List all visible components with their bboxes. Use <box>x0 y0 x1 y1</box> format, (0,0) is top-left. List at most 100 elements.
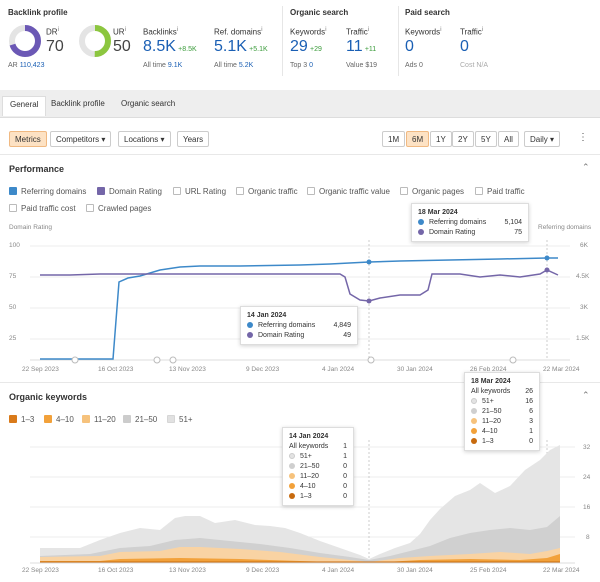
range-all-button[interactable]: All <box>498 131 519 147</box>
x-tick: 22 Mar 2024 <box>543 366 580 373</box>
ur-value: 50 <box>113 38 131 55</box>
tab-general[interactable]: General <box>2 96 47 116</box>
range-5y-button[interactable]: 5Y <box>475 131 497 147</box>
checkbox-icon <box>86 204 94 212</box>
chevron-down-icon: ▾ <box>550 135 555 144</box>
check-organic-pages[interactable]: Organic pages <box>400 187 464 196</box>
ref-domains-value-row: 5.1K +5.1K <box>214 38 268 56</box>
collapse-icon[interactable]: ⌃ <box>582 162 590 173</box>
dr-value: 70 <box>46 38 64 55</box>
years-button[interactable]: Years <box>177 131 210 147</box>
x-tick: 30 Jan 2024 <box>397 567 433 574</box>
chevron-down-icon: ▾ <box>101 135 106 144</box>
cost-row: Cost N/A <box>460 62 489 69</box>
paid-search-title: Paid search <box>405 8 450 17</box>
backlinks-label: Backlinksi <box>143 26 179 37</box>
report-tabs: General Backlink profile Organic search <box>0 90 600 118</box>
performance-chart <box>30 240 570 364</box>
x-tick: 9 Dec 2023 <box>246 567 280 574</box>
range-1y-button[interactable]: 1Y <box>430 131 452 147</box>
metrics-header: Backlink profile DRi 70 AR 110,423 URi 5… <box>0 0 600 88</box>
legend-51-plus[interactable]: 51+ <box>167 415 193 424</box>
ads-row: Ads 0 <box>405 62 423 69</box>
paid-traffic-value[interactable]: 0 <box>460 38 469 56</box>
ar-row: AR 110,423 <box>8 62 45 69</box>
dr-point-mar <box>544 267 550 273</box>
tooltip-mar-2024: 18 Mar 2024 Referring domains 5,104 Domai… <box>411 203 529 242</box>
checkbox-checked-icon <box>9 187 17 195</box>
keywords-tooltip-mar-2024: 18 Mar 2024 All keywords 26 51+ 16 21–50 6 … <box>464 372 540 451</box>
checkbox-checked-icon <box>167 415 175 423</box>
locations-dropdown[interactable]: Locations ▾ <box>118 131 171 147</box>
ref-domains-value[interactable]: 5.1K <box>214 38 247 55</box>
paid-keywords-value[interactable]: 0 <box>405 38 414 56</box>
checkbox-icon <box>307 187 315 195</box>
ref-domains-delta: +5.1K <box>249 46 268 53</box>
x-tick: 4 Jan 2024 <box>322 567 355 574</box>
checkbox-checked-icon <box>44 415 52 423</box>
divider <box>398 6 399 76</box>
backlinks-delta: +8.5K <box>178 46 197 53</box>
ar-value[interactable]: 110,423 <box>20 62 45 69</box>
x-tick: 4 Jan 2024 <box>322 366 355 373</box>
check-paid-traffic[interactable]: Paid traffic <box>475 187 525 196</box>
metrics-button[interactable]: Metrics <box>9 131 47 147</box>
check-referring-domains[interactable]: Referring domains <box>9 187 86 196</box>
collapse-icon[interactable]: ⌃ <box>582 390 590 401</box>
checkbox-icon <box>9 204 17 212</box>
paid-traffic-label: Traffici <box>460 26 484 37</box>
check-paid-traffic-cost[interactable]: Paid traffic cost <box>9 204 76 213</box>
organic-keywords-label: Keywordsi <box>290 26 327 37</box>
legend-11-20[interactable]: 11–20 <box>82 415 116 424</box>
checkbox-icon <box>173 187 181 195</box>
traffic-value-row: Value $19 <box>346 62 378 69</box>
organic-keywords-row: 29 +29 <box>290 38 322 55</box>
backlink-profile-title: Backlink profile <box>8 8 68 17</box>
organic-keywords-title: Organic keywords <box>9 392 88 402</box>
performance-title: Performance <box>9 164 65 174</box>
checkbox-checked-icon <box>9 415 17 423</box>
range-1m-button[interactable]: 1M <box>382 131 406 147</box>
x-tick: 13 Nov 2023 <box>169 366 206 373</box>
check-domain-rating[interactable]: Domain Rating <box>97 187 162 196</box>
legend-21-50[interactable]: 21–50 <box>123 415 157 424</box>
legend-4-10[interactable]: 4–10 <box>44 415 74 424</box>
checkbox-icon <box>475 187 483 195</box>
legend-1-3[interactable]: 1–3 <box>9 415 34 424</box>
check-crawled-pages[interactable]: Crawled pages <box>86 204 151 213</box>
top3-row: Top 3 0 <box>290 62 313 69</box>
divider <box>0 154 600 155</box>
tab-organic-search[interactable]: Organic search <box>114 96 182 116</box>
organic-traffic-label: Traffici <box>346 26 370 37</box>
tab-backlink-profile[interactable]: Backlink profile <box>44 96 112 116</box>
organic-search-title: Organic search <box>290 8 349 17</box>
x-tick: 16 Oct 2023 <box>98 567 134 574</box>
keywords-tooltip-jan-2024: 14 Jan 2024 All keywords 1 51+ 1 21–50 0 11… <box>282 427 354 506</box>
range-2y-button[interactable]: 2Y <box>452 131 474 147</box>
backlinks-value[interactable]: 8.5K <box>143 38 176 55</box>
organic-keywords-value[interactable]: 29 <box>290 38 308 55</box>
more-options-icon[interactable]: ⋮ <box>578 132 588 143</box>
range-6m-button[interactable]: 6M <box>406 131 430 147</box>
x-tick: 22 Sep 2023 <box>22 366 59 373</box>
interval-dropdown[interactable]: Daily ▾ <box>524 131 561 147</box>
x-tick: 16 Oct 2023 <box>98 366 134 373</box>
backlinks-value-row: 8.5K +8.5K <box>143 38 197 56</box>
organic-traffic-value[interactable]: 11 <box>346 38 363 55</box>
ref-domains-point-jan <box>366 259 372 265</box>
check-organic-traffic[interactable]: Organic traffic <box>236 187 298 196</box>
ur-donut-icon <box>79 25 111 57</box>
dr-label: DRi <box>46 26 60 37</box>
backlinks-alltime: All time 9.1K <box>143 62 183 69</box>
check-url-rating[interactable]: URL Rating <box>173 187 226 196</box>
competitors-dropdown[interactable]: Competitors ▾ <box>50 131 112 147</box>
ref-domains-label: Ref. domainsi <box>214 26 263 37</box>
x-tick: 9 Dec 2023 <box>246 366 280 373</box>
ref-domains-point-mar <box>544 255 550 261</box>
tooltip-jan-2024: 14 Jan 2024 Referring domains 4,849 Domai… <box>240 306 358 345</box>
x-tick: 22 Sep 2023 <box>22 567 59 574</box>
check-organic-traffic-value[interactable]: Organic traffic value <box>307 187 390 196</box>
chevron-down-icon: ▾ <box>160 135 165 144</box>
ref-domains-alltime: All time 5.2K <box>214 62 254 69</box>
checkbox-checked-icon <box>97 187 105 195</box>
